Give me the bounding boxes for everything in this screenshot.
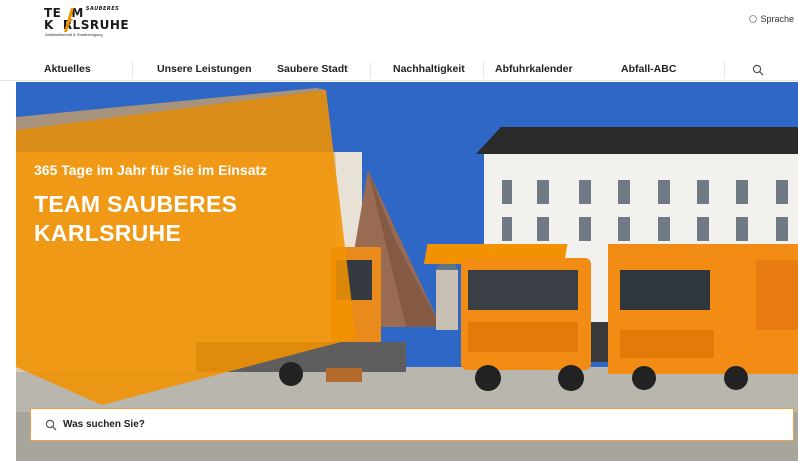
nav-item-aktuelles[interactable]: Aktuelles xyxy=(44,63,91,75)
hero-title: TEAM SAUBERES KARLSRUHE xyxy=(34,191,238,246)
nav-divider-line xyxy=(0,80,798,81)
search-placeholder: Was suchen Sie? xyxy=(63,419,145,430)
logo[interactable]: TE M SAUBERES K RLSRUHE Abfallwirtschaft & … xyxy=(44,6,129,38)
hero-photo xyxy=(16,82,798,461)
nav-divider xyxy=(370,62,371,78)
globe-icon xyxy=(749,15,758,23)
logo-a-mark xyxy=(64,8,74,32)
search-bar[interactable]: Was suchen Sie? xyxy=(30,408,794,441)
nav-item-unsere-leistungen[interactable]: Unsere Leistungen xyxy=(157,63,252,75)
nav-divider xyxy=(724,62,725,78)
logo-tagline: Abfallwirtschaft & Stadtreinigung xyxy=(45,32,103,37)
nav-item-abfall-abc[interactable]: Abfall-ABC xyxy=(621,63,676,75)
nav-divider xyxy=(483,62,484,78)
language-label: Sprache xyxy=(760,14,794,24)
nav-divider xyxy=(132,62,133,78)
hero-subtitle: 365 Tage im Jahr für Sie im Einsatz xyxy=(34,162,268,178)
language-switcher[interactable]: Sprache xyxy=(749,14,794,24)
main-navigation: Aktuelles Unsere Leistungen Saubere Stad… xyxy=(0,60,798,82)
search-icon xyxy=(45,419,57,430)
nav-item-saubere-stadt[interactable]: Saubere Stadt xyxy=(277,63,348,75)
nav-item-nachhaltigkeit[interactable]: Nachhaltigkeit xyxy=(393,63,465,75)
search-icon[interactable] xyxy=(752,64,764,76)
logo-line2: K RLSRUHE xyxy=(44,18,130,32)
nav-item-abfuhrkalender[interactable]: Abfuhrkalender xyxy=(495,63,573,75)
hero-banner: 365 Tage im Jahr für Sie im Einsatz TEAM… xyxy=(16,82,798,461)
